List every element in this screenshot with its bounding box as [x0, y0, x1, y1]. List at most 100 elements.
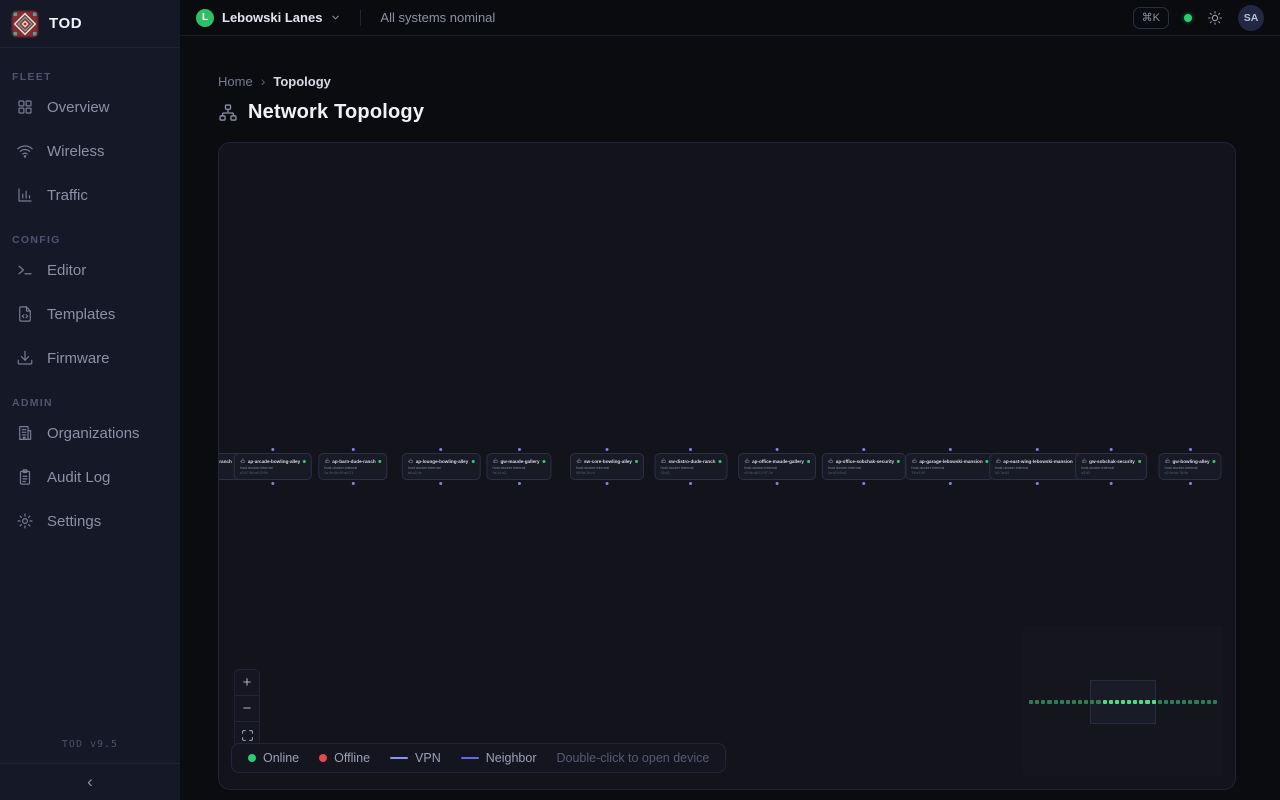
sidebar-item-label: Templates — [47, 306, 115, 323]
legend-online-label: Online — [263, 751, 299, 765]
breadcrumb-home-link[interactable]: Home — [218, 74, 253, 89]
zoom-in-button[interactable]: + — [235, 670, 259, 696]
brand: TOD — [0, 0, 180, 48]
device-status-dot — [303, 460, 306, 463]
system-status-text: All systems nominal — [380, 10, 495, 25]
handle-top-icon — [863, 448, 866, 451]
sidebar-item-organizations[interactable]: Organizations — [0, 411, 180, 455]
handle-top-icon — [439, 448, 442, 451]
breadcrumb-current: Topology — [273, 74, 331, 89]
device-icon — [408, 458, 414, 464]
neighbor-line-icon — [461, 757, 479, 760]
org-switcher[interactable]: L Lebowski Lanes — [196, 9, 341, 27]
sidebar-item-editor[interactable]: Editor — [0, 248, 180, 292]
theme-toggle-sun-icon[interactable] — [1207, 10, 1223, 26]
device-host: host.docker.internal — [828, 466, 900, 471]
sidebar-section-fleet: FLEET — [0, 54, 180, 85]
device-node[interactable]: ap-arcade-bowling-alley host.docker.inte… — [234, 453, 312, 480]
sidebar-section-admin: ADMIN — [0, 380, 180, 411]
main-content: Home › Topology Network Topology sw-acce… — [180, 37, 1280, 800]
handle-bottom-icon — [690, 482, 693, 485]
device-node[interactable]: gw-bowling-alley host.docker.internal c0… — [1158, 453, 1221, 480]
handle-bottom-icon — [351, 482, 354, 485]
sidebar-section-config: CONFIG — [0, 217, 180, 248]
handle-top-icon — [690, 448, 693, 451]
device-mac: 9e:14:a2 — [492, 471, 545, 475]
device-label: gw-sobchak-security — [1089, 459, 1135, 464]
org-name: Lebowski Lanes — [222, 10, 322, 25]
minimap-node-dash — [1029, 700, 1033, 704]
device-node[interactable]: sw-distro-dude-ranch host.docker.interna… — [655, 453, 728, 480]
user-avatar[interactable]: SA — [1238, 5, 1264, 31]
device-icon — [828, 458, 834, 464]
minimap-node-dash — [1047, 700, 1051, 704]
device-host: host.docker.internal — [576, 466, 638, 471]
device-node[interactable]: ap-lounge-bowling-alley host.docker.inte… — [402, 453, 481, 480]
sidebar-item-traffic[interactable]: Traffic — [0, 173, 180, 217]
device-node[interactable]: gw-maude-gallery host.docker.internal 9e… — [486, 453, 551, 480]
breadcrumb: Home › Topology — [218, 73, 331, 89]
minimap-node-dash — [1152, 700, 1156, 704]
sidebar-item-firmware[interactable]: Firmware — [0, 336, 180, 380]
device-status-dot — [471, 460, 474, 463]
wifi-icon — [16, 142, 34, 160]
minimap-node-dash — [1182, 700, 1186, 704]
device-icon — [661, 458, 667, 464]
page-title: Network Topology — [248, 101, 424, 124]
chevron-down-icon — [330, 12, 341, 23]
sidebar-item-settings[interactable]: Settings — [0, 499, 180, 543]
device-node[interactable]: gw-sobchak-security host.docker.internal… — [1075, 453, 1147, 480]
legend-neighbor: Neighbor — [461, 751, 537, 765]
gear-icon — [16, 512, 34, 530]
sidebar-item-audit-log[interactable]: Audit Log — [0, 455, 180, 499]
minimap-node-dash — [1188, 700, 1192, 704]
device-icon — [911, 458, 917, 464]
device-icon — [744, 458, 750, 464]
minimap-node-dash — [1115, 700, 1119, 704]
handle-top-icon — [1036, 448, 1039, 451]
device-host: host.docker.internal — [492, 466, 545, 471]
device-node[interactable]: ap-east-wing-lebowski-mansion host.docke… — [989, 453, 1084, 480]
sidebar-item-label: Audit Log — [47, 469, 110, 486]
device-host: host.docker.internal — [744, 466, 810, 471]
chevron-left-icon: ‹ — [87, 772, 93, 792]
sidebar-item-label: Overview — [47, 99, 110, 116]
sidebar-item-label: Editor — [47, 262, 86, 279]
bar-chart-icon — [16, 186, 34, 204]
sidebar-item-wireless[interactable]: Wireless — [0, 129, 180, 173]
clipboard-icon — [16, 468, 34, 486]
sidebar-collapse-button[interactable]: ‹ — [0, 763, 180, 800]
device-status-dot — [986, 460, 989, 463]
device-mac: b0:7a:d2 — [995, 471, 1078, 475]
sidebar-nav: FLEET Overview Wireless Traffic CONFIG E… — [0, 48, 180, 731]
sidebar-item-templates[interactable]: Templates — [0, 292, 180, 336]
minimap-node-dash — [1041, 700, 1045, 704]
minimap-node-dash — [1194, 700, 1198, 704]
device-host: host.docker.internal — [1164, 466, 1215, 471]
handle-bottom-icon — [863, 482, 866, 485]
minimap-node-dash — [1127, 700, 1131, 704]
device-node[interactable]: ap-barn-dude-ranch host.docker.internal … — [318, 453, 387, 480]
device-label: ap-garage-lebowski-mansion — [919, 459, 982, 464]
topbar: L Lebowski Lanes All systems nominal ⌘K … — [180, 0, 1280, 36]
device-node[interactable]: ap-office-maude-gallery host.docker.inte… — [738, 453, 816, 480]
chevron-right-icon: › — [261, 73, 266, 89]
device-node[interactable]: sw-core-bowling-alley host.docker.intern… — [570, 453, 644, 480]
sidebar-item-label: Wireless — [47, 143, 105, 160]
minimap[interactable] — [1023, 626, 1223, 776]
device-status-dot — [635, 460, 638, 463]
device-node[interactable]: ap-office-sobchak-security host.docker.i… — [822, 453, 906, 480]
device-icon — [240, 458, 246, 464]
sidebar-item-overview[interactable]: Overview — [0, 85, 180, 129]
device-icon — [324, 458, 330, 464]
minimap-node-dash — [1170, 700, 1174, 704]
command-palette-shortcut[interactable]: ⌘K — [1133, 7, 1169, 29]
legend-vpn: VPN — [390, 751, 441, 765]
topology-canvas[interactable]: sw-access-dude-ranch host.docker.interna… — [218, 142, 1236, 790]
device-host: host.docker.internal — [408, 466, 475, 471]
device-status-dot — [718, 460, 721, 463]
zoom-out-button[interactable]: − — [235, 696, 259, 722]
device-status-dot — [807, 460, 810, 463]
device-mac: b8:a2:4e — [408, 471, 475, 475]
device-node[interactable]: ap-garage-lebowski-mansion host.docker.i… — [905, 453, 994, 480]
